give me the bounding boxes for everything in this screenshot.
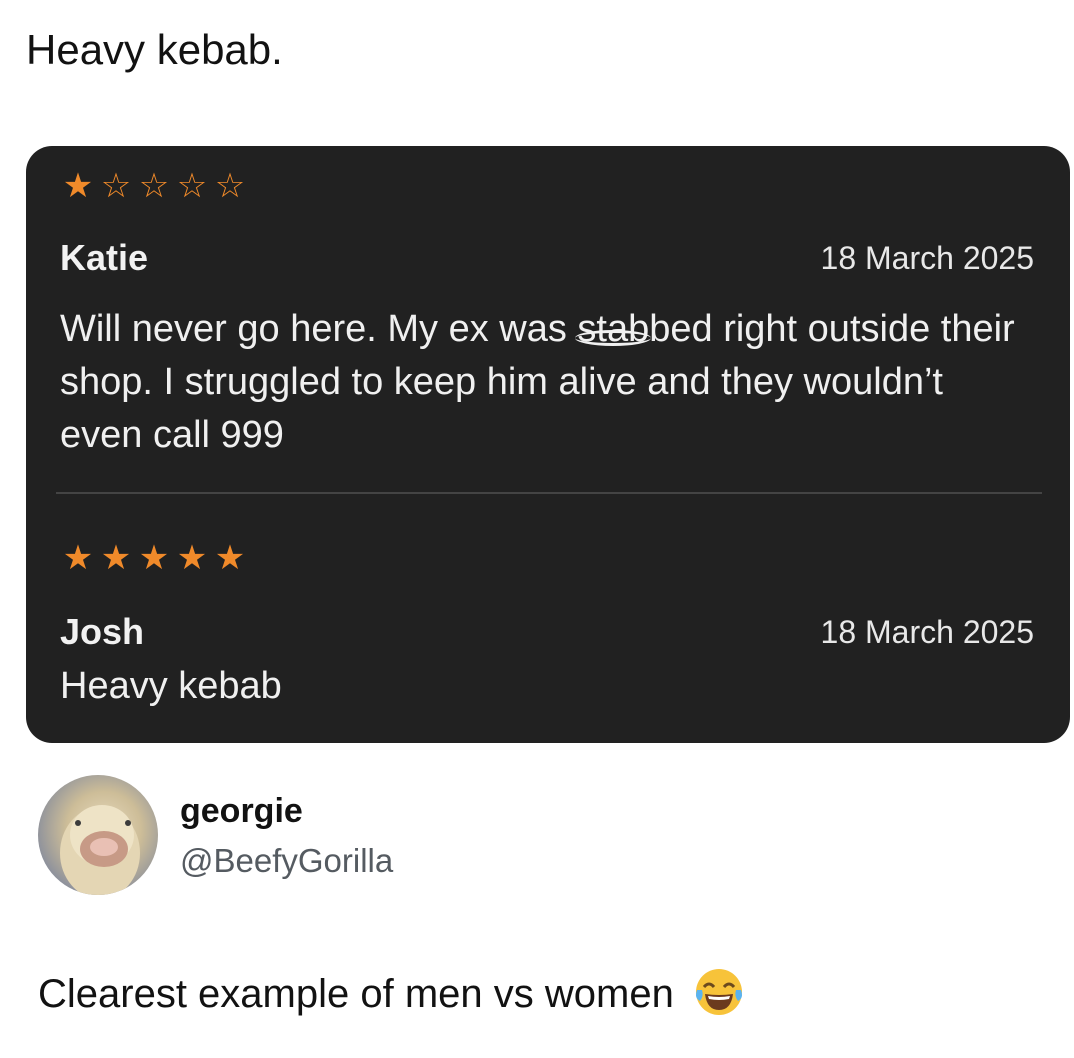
review-date: 18 March 2025	[820, 240, 1034, 276]
star-empty-icon: ☆	[176, 167, 208, 205]
post-title: Heavy kebab.	[26, 26, 283, 73]
review-text: Will never go here. My ex was stab bed ri…	[60, 303, 1020, 462]
star-filled-icon: ★	[62, 167, 94, 205]
star-filled-icon: ★	[176, 539, 208, 577]
author-name[interactable]: georgie	[180, 790, 303, 832]
star-filled-icon: ★	[100, 539, 132, 577]
star-filled-icon: ★	[138, 539, 170, 577]
review-text: Heavy kebab	[60, 665, 282, 707]
star-rating: ★ ★ ★ ★ ★	[60, 538, 248, 578]
scribble-mark	[575, 330, 652, 346]
review-date: 18 March 2025	[820, 614, 1034, 650]
star-filled-icon: ★	[62, 539, 94, 577]
review-text-before: Will never go here. My ex was	[60, 308, 578, 350]
comment: Clearest example of men vs women	[38, 966, 745, 1022]
star-empty-icon: ☆	[214, 167, 246, 205]
divider	[56, 492, 1042, 494]
author-handle[interactable]: @BeefyGorilla	[180, 840, 393, 882]
reviewer-name: Katie	[60, 237, 149, 278]
star-rating: ★ ☆ ☆ ☆ ☆	[60, 166, 248, 206]
star-empty-icon: ☆	[138, 167, 170, 205]
star-empty-icon: ☆	[100, 167, 132, 205]
review-card: ★ ☆ ☆ ☆ ☆ Katie 18 March 2025 Will never…	[26, 146, 1070, 743]
comment-text: Clearest example of men vs women	[38, 972, 674, 1016]
scribbled-word: stab	[575, 308, 652, 350]
duck-avatar-icon	[60, 805, 140, 895]
star-filled-icon: ★	[214, 539, 246, 577]
avatar[interactable]	[38, 775, 158, 895]
face-with-tears-of-joy-emoji-icon	[695, 969, 742, 1016]
reviewer-name: Josh	[60, 611, 145, 652]
